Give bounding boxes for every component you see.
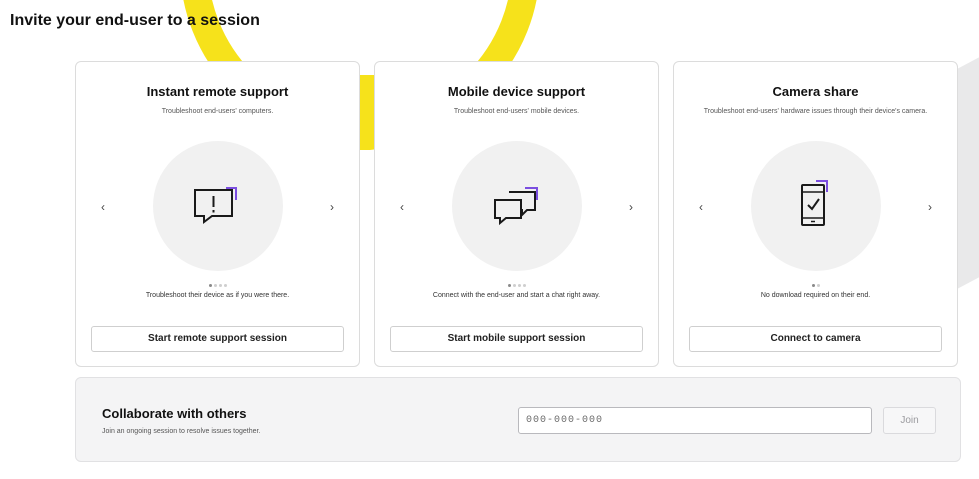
- carousel-dot[interactable]: [213, 284, 217, 287]
- carousel-dot[interactable]: [507, 284, 511, 287]
- chat-bubbles-icon: [493, 187, 538, 226]
- carousel-dot[interactable]: [816, 284, 820, 287]
- card-title: Instant remote support: [146, 84, 289, 99]
- session-code-input[interactable]: [518, 407, 872, 434]
- card-caption: Connect with the end-user and start a ch…: [432, 292, 601, 299]
- collaborate-subtitle: Join an ongoing session to resolve issue…: [102, 428, 261, 435]
- carousel-dot[interactable]: [811, 284, 815, 287]
- card-title: Mobile device support: [447, 84, 586, 99]
- carousel-dot[interactable]: [517, 284, 521, 287]
- carousel-dot[interactable]: [208, 284, 212, 287]
- carousel-dots: [674, 284, 957, 289]
- start-mobile-support-button[interactable]: Start mobile support session: [390, 326, 643, 352]
- card-caption: Troubleshoot their device as if you were…: [145, 292, 290, 299]
- card-subtitle: Troubleshoot end-users' computers.: [161, 108, 274, 115]
- card-subtitle: Troubleshoot end-users' hardware issues …: [703, 108, 928, 115]
- carousel-dot[interactable]: [522, 284, 526, 287]
- join-button[interactable]: Join: [883, 407, 936, 434]
- carousel-dot[interactable]: [512, 284, 516, 287]
- carousel-prev-button[interactable]: ‹: [96, 199, 110, 215]
- illustration-circle: [152, 141, 283, 271]
- page-title: Invite your end-user to a session: [10, 12, 260, 29]
- carousel-dots: [76, 284, 359, 289]
- phone-check-icon: [800, 180, 828, 226]
- carousel-dot[interactable]: [218, 284, 222, 287]
- collaborate-panel: Collaborate with others Join an ongoing …: [75, 377, 961, 462]
- connect-to-camera-button[interactable]: Connect to camera: [689, 326, 942, 352]
- card-subtitle: Troubleshoot end-users' mobile devices.: [453, 108, 580, 115]
- collaborate-title: Collaborate with others: [102, 406, 247, 421]
- illustration-circle: [750, 141, 881, 271]
- carousel-dots: [375, 284, 658, 289]
- carousel-next-button[interactable]: ›: [325, 199, 339, 215]
- card-caption: No download required on their end.: [760, 292, 871, 299]
- carousel-dot[interactable]: [223, 284, 227, 287]
- card-title: Camera share: [772, 84, 859, 99]
- start-remote-support-button[interactable]: Start remote support session: [91, 326, 344, 352]
- chat-alert-icon: [193, 187, 237, 224]
- carousel-prev-button[interactable]: ‹: [395, 199, 409, 215]
- carousel-prev-button[interactable]: ‹: [694, 199, 708, 215]
- carousel-next-button[interactable]: ›: [624, 199, 638, 215]
- card-mobile-device-support: Mobile device support Troubleshoot end-u…: [374, 61, 659, 367]
- card-instant-remote-support: Instant remote support Troubleshoot end-…: [75, 61, 360, 367]
- card-camera-share: Camera share Troubleshoot end-users' har…: [673, 61, 958, 367]
- illustration-circle: [451, 141, 582, 271]
- carousel-next-button[interactable]: ›: [923, 199, 937, 215]
